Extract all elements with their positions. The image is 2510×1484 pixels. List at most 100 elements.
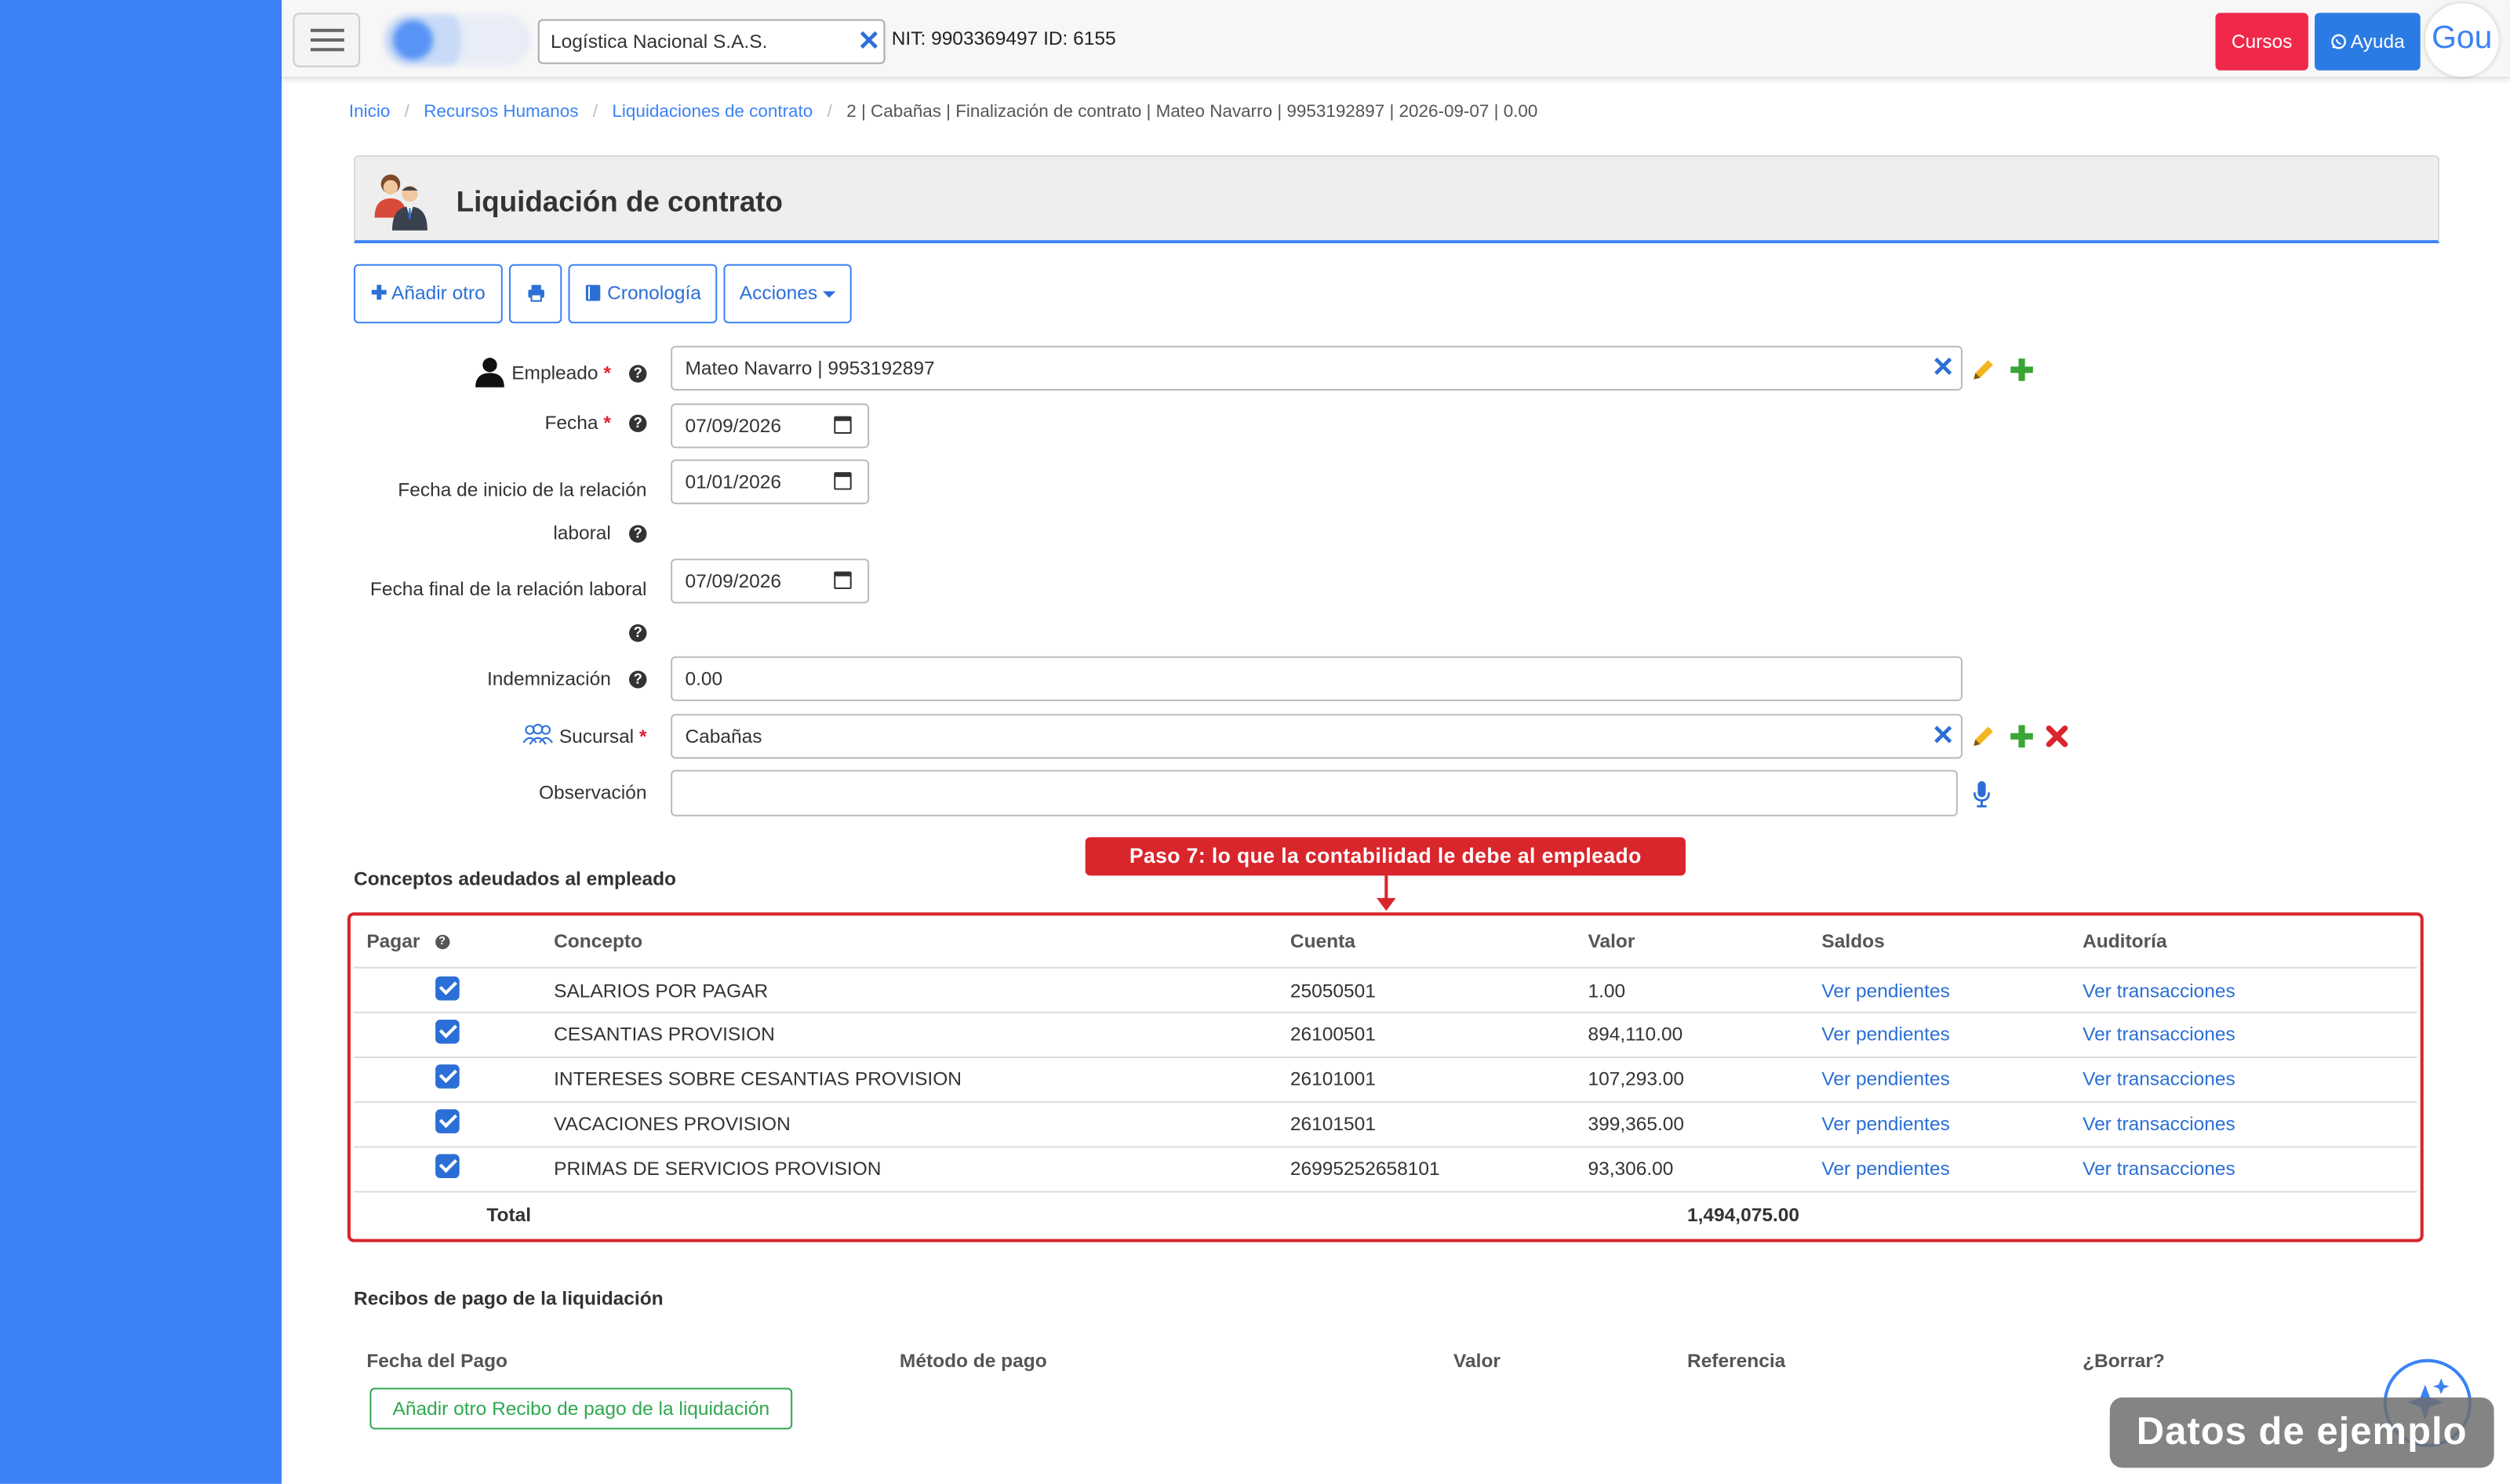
menu-toggle-button[interactable] <box>293 13 361 67</box>
acciones-dropdown[interactable]: Acciones <box>723 264 852 324</box>
header-fecha-pago: Fecha del Pago <box>366 1349 507 1372</box>
callout-arrow <box>1384 875 1388 900</box>
calendar-icon[interactable] <box>834 416 852 435</box>
add-another-button[interactable]: ✚ Añadir otro <box>354 264 503 324</box>
header-auditoria: Auditoría <box>2083 929 2167 953</box>
pagar-checkbox[interactable] <box>435 1154 460 1179</box>
plus-icon: ✚ <box>371 282 387 304</box>
user-icon <box>475 358 505 387</box>
pencil-icon[interactable] <box>1969 355 1998 384</box>
fecha-inicio-input[interactable]: 01/01/2026 <box>671 459 870 504</box>
breadcrumb-current: 2 | Cabañas | Finalización de contrato |… <box>846 102 1538 122</box>
employees-icon <box>374 174 427 231</box>
ver-pendientes-link[interactable]: Ver pendientes <box>1821 1112 1949 1135</box>
indemnizacion-value: 0.00 <box>685 667 723 690</box>
concepto-cell: INTERESES SOBRE CESANTIAS PROVISION <box>554 1068 962 1090</box>
pencil-icon[interactable] <box>1969 722 1998 751</box>
menu-bar-icon <box>309 38 344 42</box>
microphone-icon[interactable] <box>1972 780 1991 809</box>
plus-icon[interactable] <box>2007 722 2036 751</box>
header-borrar: ¿Borrar? <box>2083 1349 2165 1372</box>
calendar-icon[interactable] <box>834 571 852 590</box>
sample-data-watermark: Datos de ejemplo <box>2109 1397 2494 1468</box>
add-another-label: Añadir otro <box>391 282 486 304</box>
header-pagar-text: Pagar <box>366 929 420 953</box>
concepto-cell: SALARIOS POR PAGAR <box>554 979 769 1002</box>
nit-info: NIT: 9903369497 ID: 6155 <box>891 27 1116 50</box>
menu-bar-icon <box>309 28 344 32</box>
conceptos-title: Conceptos adeudados al empleado <box>354 867 676 890</box>
breadcrumb-separator: / <box>592 102 598 122</box>
ayuda-button[interactable]: Ayuda <box>2314 13 2421 71</box>
pagar-checkbox[interactable] <box>435 1109 460 1133</box>
callout-arrow-head <box>1377 897 1396 911</box>
topbar: Logística Nacional S.A.S. ✕ NIT: 9903369… <box>282 0 2510 78</box>
ver-pendientes-link[interactable]: Ver pendientes <box>1821 1023 1949 1046</box>
breadcrumb-link-recursos-humanos[interactable]: Recursos Humanos <box>424 103 578 122</box>
delete-icon[interactable] <box>2043 722 2072 751</box>
required-marker: * <box>638 725 647 748</box>
page-title: Liquidación de contrato <box>456 185 783 218</box>
observacion-input[interactable] <box>671 769 1958 817</box>
help-icon[interactable]: ? <box>629 365 647 384</box>
sucursal-value: Cabañas <box>685 725 762 748</box>
concepto-cell: CESANTIAS PROVISION <box>554 1023 775 1046</box>
ver-transacciones-link[interactable]: Ver transacciones <box>2083 1112 2235 1135</box>
cuenta-cell: 26995252658101 <box>1290 1157 1440 1180</box>
company-select[interactable]: Logística Nacional S.A.S. ✕ <box>537 19 886 64</box>
clear-icon[interactable]: ✕ <box>1932 715 1955 757</box>
breadcrumb-link-inicio[interactable]: Inicio <box>349 103 390 122</box>
help-icon[interactable]: ? <box>629 671 647 689</box>
table-divider <box>354 966 2417 969</box>
pagar-checkbox[interactable] <box>435 1019 460 1044</box>
ver-pendientes-link[interactable]: Ver pendientes <box>1821 1068 1949 1090</box>
plus-icon[interactable] <box>2007 355 2036 384</box>
breadcrumb-link-liquidaciones[interactable]: Liquidaciones de contrato <box>612 103 813 122</box>
help-icon[interactable]: ? <box>435 935 449 950</box>
sidebar <box>0 0 282 1484</box>
cursos-button[interactable]: Cursos <box>2215 13 2308 71</box>
group-icon <box>522 723 553 745</box>
cuenta-cell: 26101001 <box>1290 1068 1376 1090</box>
header-referencia: Referencia <box>1687 1349 1786 1372</box>
ver-transacciones-link[interactable]: Ver transacciones <box>2083 1023 2235 1046</box>
observacion-label: Observación <box>538 780 647 804</box>
fecha-final-value: 07/09/2026 <box>685 569 782 593</box>
sucursal-select[interactable]: Cabañas ✕ <box>671 714 1963 759</box>
breadcrumb-separator: / <box>827 102 832 122</box>
valor-cell: 894,110.00 <box>1588 1023 1683 1046</box>
clear-icon[interactable]: ✕ <box>857 21 880 63</box>
fecha-inicio-label-line2: laboral ? <box>346 512 647 555</box>
cuenta-cell: 26101501 <box>1290 1112 1376 1135</box>
ver-transacciones-link[interactable]: Ver transacciones <box>2083 1157 2235 1180</box>
clear-icon[interactable]: ✕ <box>1932 347 1955 389</box>
concepto-cell: PRIMAS DE SERVICIOS PROVISION <box>554 1157 882 1180</box>
indemnizacion-input[interactable]: 0.00 <box>671 656 1963 701</box>
fecha-input[interactable]: 07/09/2026 <box>671 403 870 449</box>
add-recibo-button[interactable]: Añadir otro Recibo de pago de la liquida… <box>369 1388 793 1430</box>
table-divider <box>354 1191 2417 1193</box>
ver-pendientes-link[interactable]: Ver pendientes <box>1821 980 1949 1002</box>
help-icon[interactable]: ? <box>629 526 647 544</box>
print-button[interactable] <box>508 264 562 324</box>
book-icon <box>585 285 601 301</box>
help-icon[interactable]: ? <box>629 415 647 433</box>
main-area: Logística Nacional S.A.S. ✕ NIT: 9903369… <box>282 0 2510 1484</box>
total-label: Total <box>486 1203 532 1227</box>
calendar-icon[interactable] <box>834 472 852 490</box>
avatar[interactable]: Gou <box>2425 3 2499 77</box>
cuenta-cell: 26100501 <box>1290 1023 1376 1046</box>
pagar-checkbox[interactable] <box>435 1064 460 1089</box>
ver-transacciones-link[interactable]: Ver transacciones <box>2083 1068 2235 1090</box>
ver-transacciones-link[interactable]: Ver transacciones <box>2083 980 2235 1002</box>
whatsapp-icon <box>2330 34 2346 49</box>
fecha-final-input[interactable]: 07/09/2026 <box>671 558 870 604</box>
help-icon[interactable]: ? <box>629 624 647 643</box>
header-cuenta: Cuenta <box>1290 929 1355 953</box>
cronologia-label: Cronología <box>607 282 701 304</box>
pagar-checkbox[interactable] <box>435 976 460 1001</box>
fecha-final-label-text: Fecha final de la relación laboral <box>369 577 647 601</box>
empleado-select[interactable]: Mateo Navarro | 9953192897 ✕ <box>671 345 1963 391</box>
cronologia-button[interactable]: Cronología <box>568 264 718 324</box>
ver-pendientes-link[interactable]: Ver pendientes <box>1821 1157 1949 1180</box>
